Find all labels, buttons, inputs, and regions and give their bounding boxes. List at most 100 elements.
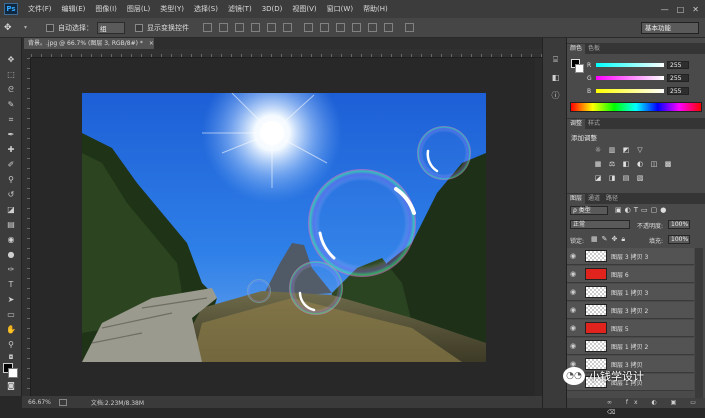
align-top-icon[interactable] xyxy=(203,23,212,32)
black-white-adjust-icon[interactable]: ◧ xyxy=(621,160,631,169)
properties-panel-icon[interactable]: ◧ xyxy=(549,72,562,84)
menu-window[interactable]: 窗口(W) xyxy=(322,4,358,14)
document-size-info[interactable]: 文档:2.23M/8.38M xyxy=(91,398,144,407)
show-transform-checkbox[interactable] xyxy=(135,23,143,32)
info-panel-icon[interactable]: ⓘ xyxy=(549,90,562,102)
blur-tool-icon[interactable]: ◉ xyxy=(4,234,18,246)
color-balance-adjust-icon[interactable]: ⚖ xyxy=(607,160,617,169)
layer-name[interactable]: 图层 1 拷贝 3 xyxy=(611,288,648,297)
invert-adjust-icon[interactable]: ◪ xyxy=(593,174,603,183)
vertical-ruler[interactable] xyxy=(22,58,31,396)
workspace-selector[interactable]: 基本功能 xyxy=(641,22,699,34)
red-value[interactable]: 255 xyxy=(667,61,689,69)
minimize-button[interactable]: — xyxy=(661,5,669,14)
opacity-value[interactable]: 100% xyxy=(668,220,690,229)
align-vcenter-icon[interactable] xyxy=(219,23,228,32)
marquee-tool-icon[interactable]: ⬚ xyxy=(4,69,18,81)
layer-row[interactable]: ◉ 图层 6 xyxy=(567,266,694,283)
eraser-tool-icon[interactable]: ◪ xyxy=(4,204,18,216)
distribute-right-icon[interactable] xyxy=(384,23,393,32)
fill-value[interactable]: 100% xyxy=(668,235,690,244)
distribute-vcenter-icon[interactable] xyxy=(320,23,329,32)
vibrance-adjust-icon[interactable]: ▽ xyxy=(635,146,645,155)
tab-channels[interactable]: 通道 xyxy=(585,194,603,204)
posterize-adjust-icon[interactable]: ◨ xyxy=(607,174,617,183)
hue-saturation-adjust-icon[interactable]: ▦ xyxy=(593,160,603,169)
type-tool-icon[interactable]: T xyxy=(4,279,18,291)
tool-preset-dropdown[interactable]: ▾ xyxy=(24,24,34,31)
tab-adjustments[interactable]: 调整 xyxy=(567,119,586,129)
quick-mask-icon[interactable]: ◙ xyxy=(4,380,18,392)
zoom-tool-icon[interactable]: ⚲ xyxy=(4,339,18,351)
menu-select[interactable]: 选择(S) xyxy=(189,4,223,14)
menu-layer[interactable]: 图层(L) xyxy=(122,4,155,14)
threshold-adjust-icon[interactable]: ▤ xyxy=(621,174,631,183)
visibility-eye-icon[interactable]: ◉ xyxy=(567,288,579,296)
maximize-button[interactable]: □ xyxy=(677,5,685,14)
auto-select-dropdown[interactable]: 组 xyxy=(97,21,125,34)
blue-value[interactable]: 255 xyxy=(667,87,689,95)
horizontal-ruler[interactable] xyxy=(31,49,542,58)
document-canvas-image[interactable] xyxy=(82,93,486,362)
green-slider[interactable] xyxy=(596,76,664,80)
crop-tool-icon[interactable]: ⌗ xyxy=(4,114,18,126)
visibility-eye-icon[interactable]: ◉ xyxy=(567,270,579,278)
distribute-hcenter-icon[interactable] xyxy=(368,23,377,32)
menu-3d[interactable]: 3D(D) xyxy=(257,5,288,13)
align-bottom-icon[interactable] xyxy=(235,23,244,32)
align-left-icon[interactable] xyxy=(251,23,260,32)
menu-file[interactable]: 文件(F) xyxy=(23,4,57,14)
stamp-tool-icon[interactable]: ⚲ xyxy=(4,174,18,186)
auto-align-icon[interactable] xyxy=(405,23,414,32)
visibility-eye-icon[interactable]: ◉ xyxy=(567,342,579,350)
brush-tool-icon[interactable]: ✐ xyxy=(4,159,18,171)
visibility-eye-icon[interactable]: ◉ xyxy=(567,252,579,260)
brightness-adjust-icon[interactable]: ☼ xyxy=(593,146,603,155)
menu-type[interactable]: 类型(Y) xyxy=(155,4,189,14)
menu-filter[interactable]: 滤镜(T) xyxy=(223,4,257,14)
menu-edit[interactable]: 编辑(E) xyxy=(57,4,91,14)
shape-tool-icon[interactable]: ▭ xyxy=(4,309,18,321)
menu-image[interactable]: 图像(I) xyxy=(90,4,122,14)
background-color-swatch[interactable] xyxy=(8,368,18,378)
layer-row[interactable]: ◉ 图层 3 拷贝 3 xyxy=(567,248,694,265)
layer-name[interactable]: 图层 5 xyxy=(611,324,629,333)
distribute-left-icon[interactable] xyxy=(352,23,361,32)
close-button[interactable]: ✕ xyxy=(692,5,699,14)
move-tool-icon[interactable]: ✥ xyxy=(4,23,20,33)
document-tab-close[interactable]: × xyxy=(149,40,154,47)
layer-row[interactable]: ◉ 图层 5 xyxy=(567,320,694,337)
zoom-level[interactable]: 66.67% xyxy=(28,399,51,406)
lasso-tool-icon[interactable]: ᘓ xyxy=(4,84,18,96)
vertical-scrollbar[interactable] xyxy=(535,58,542,396)
menu-help[interactable]: 帮助(H) xyxy=(358,4,393,14)
tab-color[interactable]: 颜色 xyxy=(567,44,586,54)
layer-row[interactable]: ◉ 图层 1 拷贝 3 xyxy=(567,284,694,301)
align-right-icon[interactable] xyxy=(283,23,292,32)
layer-name[interactable]: 图层 6 xyxy=(611,270,629,279)
lock-icons[interactable]: ▦✎✥🔒︎ xyxy=(591,235,629,244)
tab-paths[interactable]: 路径 xyxy=(603,194,621,204)
visibility-eye-icon[interactable]: ◉ xyxy=(567,324,579,332)
layer-name[interactable]: 图层 3 拷贝 3 xyxy=(611,252,648,261)
layer-row[interactable]: ◉ 图层 1 拷贝 2 xyxy=(567,338,694,355)
color-spectrum-ramp[interactable] xyxy=(570,102,702,112)
layer-filter-kind[interactable]: ρ 类型 xyxy=(570,206,608,215)
quick-select-tool-icon[interactable]: ✎ xyxy=(4,99,18,111)
history-brush-tool-icon[interactable]: ↺ xyxy=(4,189,18,201)
curves-adjust-icon[interactable]: ◩ xyxy=(621,146,631,155)
color-lookup-adjust-icon[interactable]: ▩ xyxy=(663,160,673,169)
distribute-top-icon[interactable] xyxy=(304,23,313,32)
tab-styles[interactable]: 样式 xyxy=(585,119,603,129)
history-panel-icon[interactable]: ⌸ xyxy=(549,54,562,66)
menu-view[interactable]: 视图(V) xyxy=(287,4,321,14)
red-slider[interactable] xyxy=(596,63,664,67)
document-tab[interactable]: 背景。.jpg @ 66.7% (图层 3, RGB/8#) * × xyxy=(24,38,154,49)
eyedropper-tool-icon[interactable]: ✒ xyxy=(4,129,18,141)
layer-name[interactable]: 图层 3 拷贝 2 xyxy=(611,306,648,315)
align-hcenter-icon[interactable] xyxy=(267,23,276,32)
healing-tool-icon[interactable]: ✚ xyxy=(4,144,18,156)
bg-color-chip[interactable] xyxy=(575,64,584,73)
blue-slider[interactable] xyxy=(596,89,664,93)
layer-filter-icons[interactable]: ▣◐T▭▢● xyxy=(615,206,669,214)
